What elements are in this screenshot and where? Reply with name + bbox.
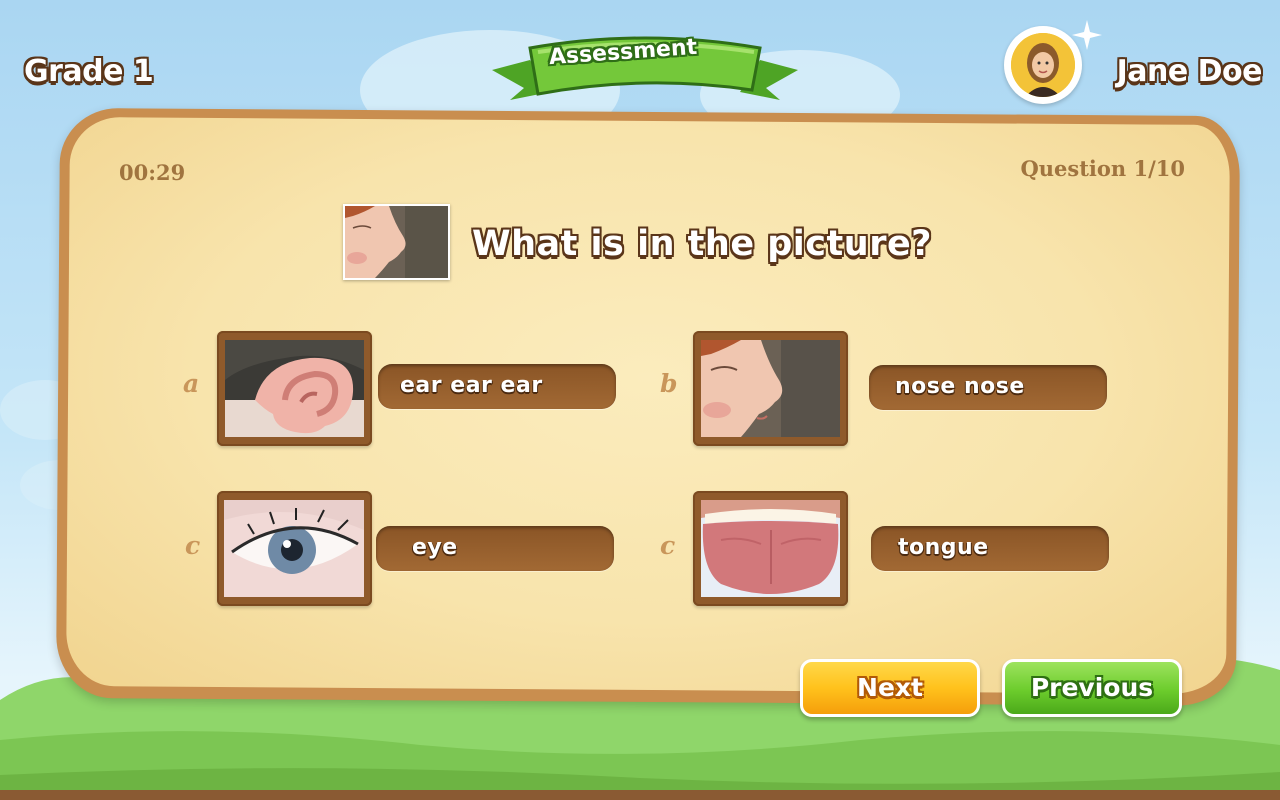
nose-photo-icon <box>701 340 840 437</box>
option-d-label: tongue <box>898 535 989 560</box>
option-b-answer[interactable]: nose nose <box>869 365 1107 410</box>
next-button-label: Next <box>857 673 923 702</box>
eye-photo-icon <box>224 500 364 597</box>
question-counter: Question 1/10 <box>1020 156 1185 181</box>
option-a-image[interactable] <box>217 331 372 446</box>
option-c-label: eye <box>412 535 458 560</box>
user-name: Jane Doe <box>1116 54 1263 89</box>
sparkle-icon <box>1072 20 1102 50</box>
next-button[interactable]: Next <box>800 659 980 717</box>
option-d-image[interactable] <box>693 491 848 606</box>
option-c-answer[interactable]: eye <box>376 526 614 571</box>
option-c-letter: c <box>185 531 201 560</box>
option-d-letter: c <box>660 531 676 560</box>
grade-label: Grade 1 <box>24 54 154 89</box>
option-d-answer[interactable]: tongue <box>871 526 1109 571</box>
timer: 00:29 <box>119 160 186 185</box>
avatar[interactable] <box>1004 26 1082 104</box>
option-c-image[interactable] <box>217 491 372 606</box>
option-b-label: nose nose <box>895 374 1025 399</box>
option-a-answer[interactable]: ear ear ear <box>378 364 616 409</box>
question-image <box>343 204 450 280</box>
option-b-letter: b <box>660 369 678 398</box>
option-a-label: ear ear ear <box>400 373 543 398</box>
previous-button[interactable]: Previous <box>1002 659 1182 717</box>
nose-photo-icon <box>345 206 448 278</box>
option-a-letter: a <box>183 369 200 398</box>
tongue-photo-icon <box>701 500 840 597</box>
user-photo-icon <box>1011 33 1075 97</box>
previous-button-label: Previous <box>1030 673 1154 702</box>
ear-photo-icon <box>225 340 364 437</box>
question-text: What is in the picture? <box>472 224 932 264</box>
option-b-image[interactable] <box>693 331 848 446</box>
